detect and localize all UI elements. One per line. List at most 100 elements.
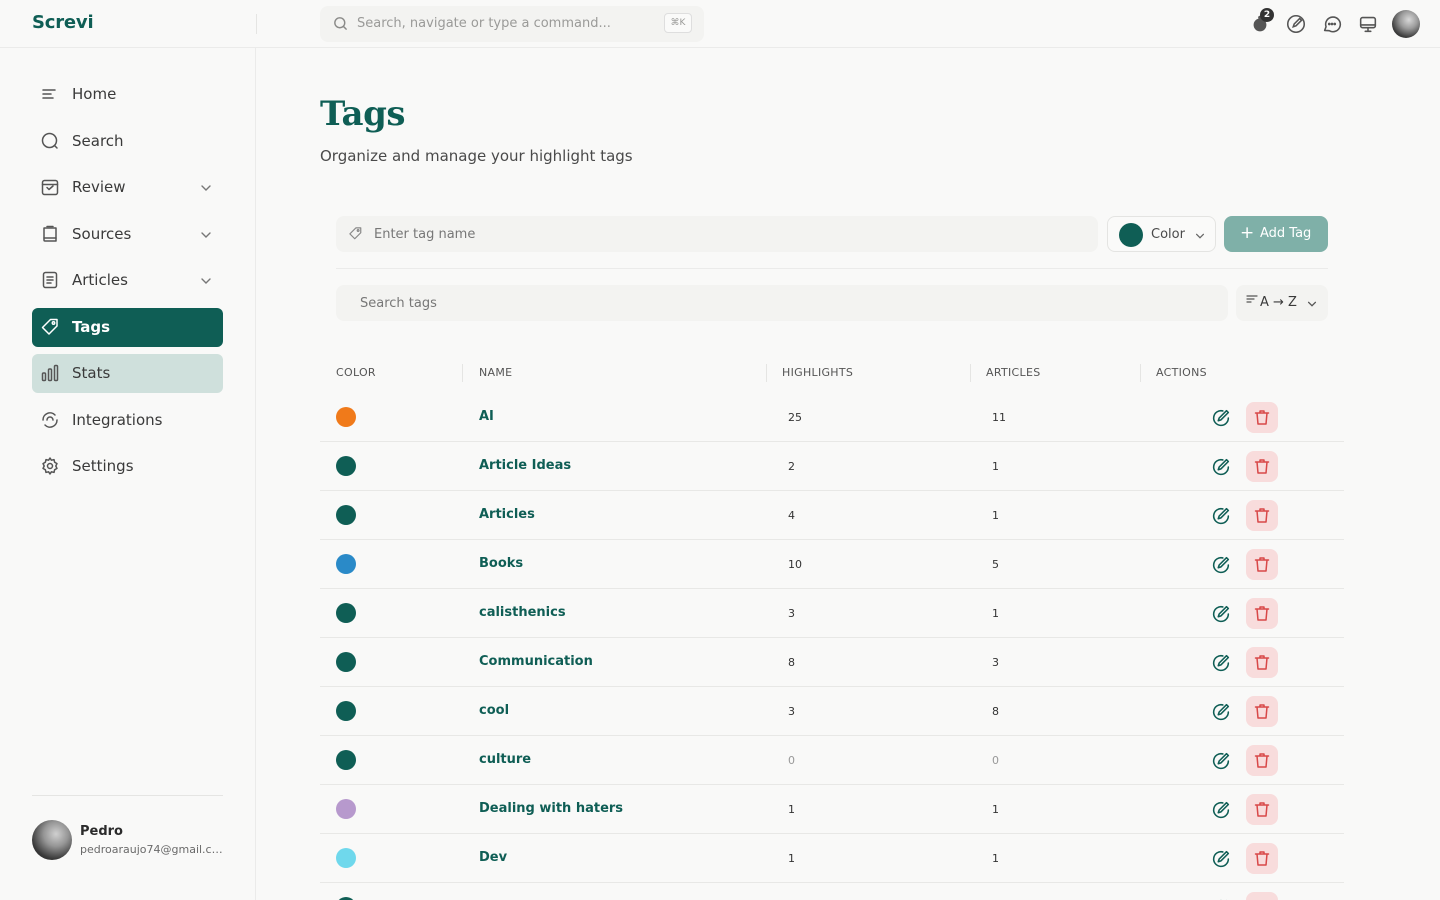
edit-note-icon[interactable] [1285,13,1307,35]
edit-icon[interactable] [1210,554,1232,576]
user-email: pedroaraujo74@gmail.com [80,843,226,856]
trash-icon [1254,851,1270,866]
command-search[interactable]: Search, navigate or type a command... ⌘K [320,6,704,42]
articles-count: 1 [992,460,999,473]
tag-color-dot [336,456,356,476]
delete-button[interactable] [1246,598,1278,629]
trash-icon [1254,410,1270,425]
edit-icon[interactable] [1210,505,1232,527]
column-divider [1140,364,1141,382]
edit-icon[interactable] [1210,456,1232,478]
tag-name-link[interactable]: Articles [479,507,535,522]
delete-button[interactable] [1246,549,1278,580]
sidebar-item-articles[interactable]: Articles [32,261,223,300]
sidebar-divider [32,795,223,796]
edit-icon[interactable] [1210,407,1232,429]
sort-dropdown[interactable]: A → Z [1236,285,1328,321]
tag-name-link[interactable]: Article Ideas [479,458,571,473]
sidebar-item-review[interactable]: Review [32,168,223,207]
monitor-icon[interactable] [1357,13,1379,35]
user-avatar[interactable] [32,820,72,860]
table-row: Article Ideas 2 1 [320,442,1344,491]
tag-name-link[interactable]: Dev [479,850,507,865]
edit-icon[interactable] [1210,848,1232,870]
tag-name-link[interactable]: cool [479,703,509,718]
column-header-articles[interactable]: ARTICLES [986,366,1040,379]
table-row [320,883,1344,900]
sidebar-item-stats[interactable]: Stats [32,354,223,393]
user-name[interactable]: Pedro [80,824,123,839]
sidebar-item-integrations[interactable]: Integrations [32,401,223,440]
notification-badge: 2 [1260,8,1274,22]
highlights-count: 10 [788,558,802,571]
tag-color-dot [336,848,356,868]
articles-count: 5 [992,558,999,571]
tag-color-dot [336,701,356,721]
tag-name-input[interactable] [374,216,1074,252]
articles-count: 1 [992,803,999,816]
column-divider [462,364,463,382]
topbar-divider [256,14,257,34]
sidebar: Home Search Review Sources Articles Tags… [0,48,256,900]
app-logo[interactable]: Screvi [32,12,94,33]
tag-name-link[interactable]: calisthenics [479,605,566,620]
tag-name-link[interactable]: culture [479,752,531,767]
delete-button[interactable] [1246,647,1278,678]
column-header-name[interactable]: NAME [479,366,512,379]
sidebar-item-home[interactable]: Home [32,75,223,114]
sidebar-item-sources[interactable]: Sources [32,215,223,254]
edit-icon[interactable] [1210,652,1232,674]
sidebar-item-tags[interactable]: Tags [32,308,223,347]
delete-button[interactable] [1246,843,1278,874]
tag-color-dot [336,750,356,770]
highlights-count: 3 [788,705,795,718]
tag-name-field[interactable] [336,216,1098,252]
articles-count: 3 [992,656,999,669]
sort-label: A → Z [1260,295,1297,310]
search-tags-input[interactable] [360,285,1210,321]
sidebar-item-label: Search [72,132,124,150]
search-icon [334,17,347,30]
color-picker-button[interactable]: Color [1107,216,1216,252]
trash-icon [1254,704,1270,719]
delete-button[interactable] [1246,402,1278,433]
sidebar-item-label: Integrations [72,411,163,429]
table-row: Dealing with haters 1 1 [320,785,1344,834]
tag-name-link[interactable]: Communication [479,654,593,669]
chevron-down-icon[interactable] [199,181,213,195]
edit-icon[interactable] [1210,701,1232,723]
integrations-icon [42,412,58,428]
delete-button[interactable] [1246,892,1278,900]
articles-count: 11 [992,411,1006,424]
edit-icon[interactable] [1210,750,1232,772]
trash-icon [1254,802,1270,817]
tag-name-link[interactable]: Dealing with haters [479,801,623,816]
sidebar-item-search[interactable]: Search [32,122,223,161]
table-row: AI 25 11 [320,393,1344,442]
articles-count: 1 [992,509,999,522]
edit-icon[interactable] [1210,799,1232,821]
delete-button[interactable] [1246,745,1278,776]
sort-lines-icon [1246,295,1258,303]
sidebar-item-settings[interactable]: Settings [32,447,223,486]
table-row: cool 3 8 [320,687,1344,736]
tag-color-dot [336,505,356,525]
avatar[interactable] [1392,10,1420,38]
search-tags-field[interactable] [336,285,1228,321]
sidebar-item-label: Settings [72,457,134,475]
delete-button[interactable] [1246,451,1278,482]
delete-button[interactable] [1246,794,1278,825]
tag-name-link[interactable]: AI [479,409,494,424]
table-row: culture 0 0 [320,736,1344,785]
tag-name-link[interactable]: Books [479,556,523,571]
delete-button[interactable] [1246,500,1278,531]
chevron-down-icon[interactable] [199,228,213,242]
sidebar-item-label: Sources [72,225,132,243]
chat-icon[interactable] [1321,13,1343,35]
chevron-down-icon[interactable] [199,274,213,288]
edit-icon[interactable] [1210,603,1232,625]
delete-button[interactable] [1246,696,1278,727]
add-tag-button[interactable]: + Add Tag [1224,216,1328,252]
column-header-highlights[interactable]: HIGHLIGHTS [782,366,853,379]
column-header-actions: ACTIONS [1156,366,1207,379]
